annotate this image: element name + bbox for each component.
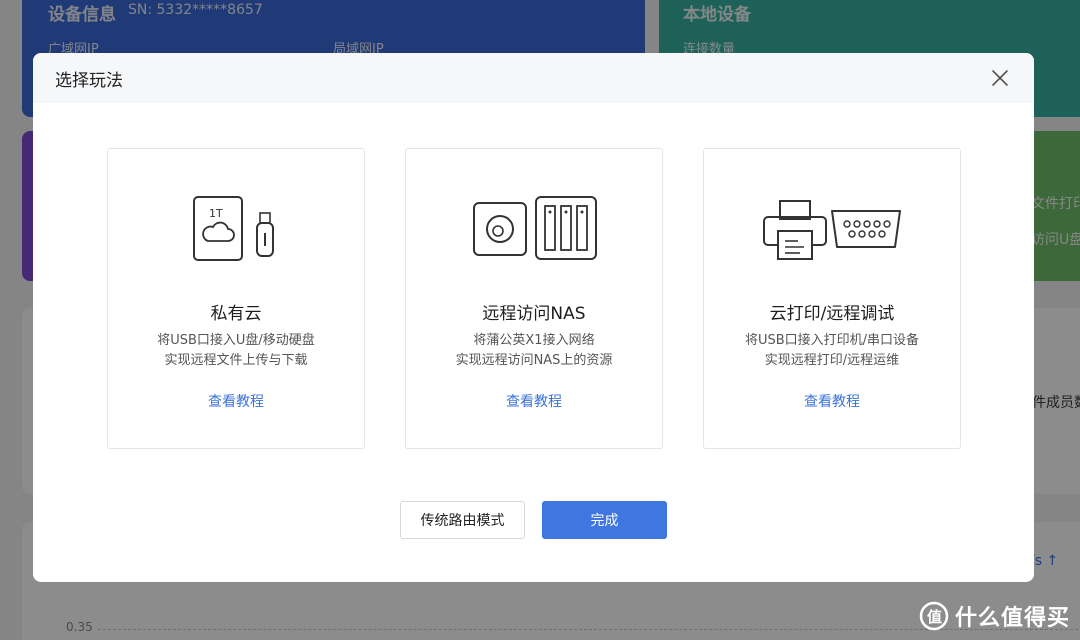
choose-mode-dialog: 选择玩法 1T 私有云 将USB口接入U盘/移动硬盘 实现远程文件上传与下载 查… [33,53,1034,582]
tutorial-link[interactable]: 查看教程 [406,391,662,411]
option-desc-line: 将蒲公英X1接入网络 [473,333,595,348]
option-title: 私有云 [210,304,262,324]
option-desc-line: 实现远程访问NAS上的资源 [455,353,613,368]
traditional-router-mode-button[interactable]: 传统路由模式 [400,501,525,539]
option-title: 远程访问NAS [482,304,586,324]
close-icon [992,70,1008,86]
option-card-remote-nas[interactable]: 远程访问NAS 将蒲公英X1接入网络 实现远程访问NAS上的资源 查看教程 [405,148,663,449]
tutorial-link[interactable]: 查看教程 [108,391,364,411]
option-desc-line: 将USB口接入打印机/串口设备 [744,333,920,348]
watermark-text: 什么值得买 [954,606,1070,631]
smzdm-logo-icon: 值 [919,601,949,631]
option-title: 云打印/远程调试 [769,304,895,324]
option-desc-line: 实现远程打印/远程运维 [764,353,900,368]
option-card-cloud-print[interactable]: 云打印/远程调试 将USB口接入打印机/串口设备 实现远程打印/远程运维 查看教… [703,148,961,449]
router-nas-icon [406,149,662,289]
svg-text:值: 值 [927,608,942,626]
option-desc-line: 实现远程文件上传与下载 [164,353,308,368]
done-button[interactable]: 完成 [542,501,667,539]
option-desc-line: 将USB口接入U盘/移动硬盘 [157,333,315,348]
close-button[interactable] [990,68,1010,88]
tutorial-link[interactable]: 查看教程 [704,391,960,411]
option-description: 将USB口接入U盘/移动硬盘 实现远程文件上传与下载 [108,331,364,371]
option-description: 将USB口接入打印机/串口设备 实现远程打印/远程运维 [704,331,960,371]
dialog-title: 选择玩法 [55,70,123,91]
svg-text:1T: 1T [209,207,223,220]
cloud-drive-usb-icon: 1T [108,149,364,289]
dialog-header: 选择玩法 [33,53,1034,103]
watermark: 值 什么值得买 [919,600,1070,632]
option-card-private-cloud[interactable]: 1T 私有云 将USB口接入U盘/移动硬盘 实现远程文件上传与下载 查看教程 [107,148,365,449]
printer-serial-icon [704,149,960,289]
option-description: 将蒲公英X1接入网络 实现远程访问NAS上的资源 [406,331,662,371]
